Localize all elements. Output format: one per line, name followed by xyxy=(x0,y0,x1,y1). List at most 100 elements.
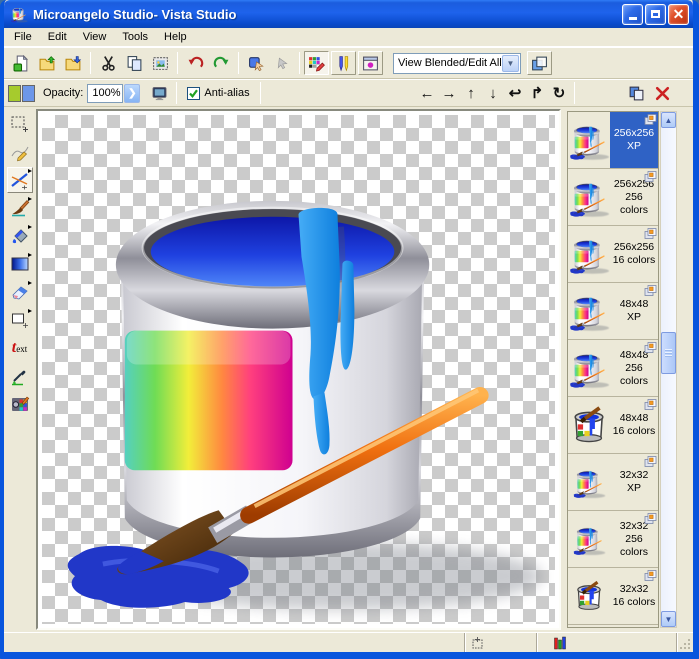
new-button[interactable] xyxy=(8,51,34,75)
paste-image-button[interactable] xyxy=(147,51,173,75)
bucket-thumbnail-icon xyxy=(568,174,610,220)
format-item[interactable]: 256x25616 colors xyxy=(568,226,658,283)
tool-gradient[interactable] xyxy=(7,251,33,277)
view-mode-dropdown[interactable]: View Blended/Edit All ▼ xyxy=(393,53,521,74)
menu-view[interactable]: View xyxy=(75,29,115,45)
pencils-icon xyxy=(335,55,352,72)
tool-line[interactable] xyxy=(7,167,33,193)
scroll-down-button[interactable]: ▼ xyxy=(661,611,676,627)
close-button[interactable]: ✕ xyxy=(668,4,689,25)
copy-button[interactable] xyxy=(121,51,147,75)
shift-down-button[interactable]: ↓ xyxy=(482,82,504,104)
format-depth: XP xyxy=(627,311,641,324)
delete-image-button[interactable] xyxy=(649,81,675,105)
title-bar[interactable]: Microangelo Studio- Vista Studio ✕ xyxy=(4,0,693,28)
tool-color-picker[interactable] xyxy=(7,363,33,389)
opacity-label: Opacity: xyxy=(43,87,83,99)
freehand-pen-icon xyxy=(10,142,30,162)
chevron-down-icon[interactable]: ▼ xyxy=(502,55,519,72)
primary-color-swatch[interactable] xyxy=(8,85,21,102)
drawing-tools-panel-button[interactable] xyxy=(331,51,356,75)
shift-left-button[interactable]: ← xyxy=(416,82,438,104)
tool-eraser[interactable] xyxy=(7,279,33,305)
shift-up-button[interactable]: ↑ xyxy=(460,82,482,104)
blend-layers-button[interactable] xyxy=(527,51,552,75)
format-list: 256x256XP256x256256 colors256x25616 colo… xyxy=(567,111,659,628)
flip-button[interactable]: ↩ xyxy=(504,82,526,104)
blend-layers-icon xyxy=(531,55,548,72)
opacity-stepper-button[interactable]: ❯ xyxy=(124,84,140,103)
scrollbar-thumb[interactable] xyxy=(661,332,676,374)
tool-select[interactable] xyxy=(7,111,33,137)
menu-file[interactable]: File xyxy=(6,29,40,45)
format-depth: 256 colors xyxy=(610,191,658,217)
tool-paintbrush[interactable] xyxy=(7,195,33,221)
undo-button[interactable] xyxy=(182,51,208,75)
drag-move-button[interactable] xyxy=(269,51,295,75)
edit-canvas[interactable] xyxy=(42,115,555,624)
format-size: 32x32 xyxy=(620,469,649,482)
tool-fill[interactable] xyxy=(7,223,33,249)
drag-copy-button[interactable] xyxy=(243,51,269,75)
format-item[interactable]: 32x32XP xyxy=(568,454,658,511)
scroll-up-button[interactable]: ▲ xyxy=(661,112,676,128)
format-size: 32x32 xyxy=(620,583,649,596)
duplicate-image-button[interactable] xyxy=(623,81,649,105)
resize-grip-icon xyxy=(679,638,691,650)
main-area: text 256x25 xyxy=(4,107,693,632)
format-item[interactable]: 48x4816 colors xyxy=(568,397,658,454)
flyout-arrow-icon xyxy=(28,309,32,313)
opacity-input[interactable]: 100% xyxy=(87,84,123,103)
menu-help[interactable]: Help xyxy=(156,29,195,45)
format-size: 48x48 xyxy=(620,412,649,425)
menu-tools[interactable]: Tools xyxy=(114,29,156,45)
format-thumbnail xyxy=(568,454,610,510)
cut-button[interactable] xyxy=(95,51,121,75)
format-badge-icon xyxy=(643,398,657,412)
rotate-all-button[interactable]: ↻ xyxy=(548,82,570,104)
format-thumbnail xyxy=(568,283,610,339)
format-thumbnail xyxy=(568,112,610,168)
format-thumbnail xyxy=(568,169,610,225)
scrollbar-track[interactable] xyxy=(661,128,676,611)
format-sidebar: 256x256XP256x256256 colors256x25616 colo… xyxy=(563,107,693,632)
rotate-button[interactable]: ↱ xyxy=(526,82,548,104)
minimize-button[interactable] xyxy=(622,4,643,25)
antialias-checkbox[interactable] xyxy=(187,87,200,100)
delete-x-icon xyxy=(654,85,671,102)
menu-edit[interactable]: Edit xyxy=(40,29,75,45)
screen-preview-button[interactable] xyxy=(146,81,172,105)
scissors-icon xyxy=(100,55,117,72)
format-list-scrollbar[interactable]: ▲ ▼ xyxy=(660,111,677,628)
tool-text[interactable]: text xyxy=(7,335,33,361)
color-palette-panel-button[interactable] xyxy=(304,51,329,75)
eyedropper-icon xyxy=(10,366,30,386)
tool-freehand[interactable] xyxy=(7,139,33,165)
import-button[interactable] xyxy=(60,51,86,75)
format-item[interactable]: 48x48XP xyxy=(568,283,658,340)
format-depth: XP xyxy=(627,140,641,153)
canvas-container xyxy=(36,109,561,630)
tool-shape[interactable] xyxy=(7,307,33,333)
format-item[interactable]: 256x256XP xyxy=(568,112,658,169)
format-badge-icon xyxy=(643,113,657,127)
shift-right-button[interactable]: → xyxy=(438,82,460,104)
format-thumbnail xyxy=(568,397,610,453)
toolbar-separator xyxy=(260,82,261,104)
secondary-color-swatch[interactable] xyxy=(22,85,35,102)
maximize-button[interactable] xyxy=(645,4,666,25)
format-item[interactable]: 256x256256 colors xyxy=(568,169,658,226)
status-color-pane xyxy=(537,633,677,652)
redo-button[interactable] xyxy=(208,51,234,75)
open-button[interactable] xyxy=(34,51,60,75)
format-item[interactable]: 32x32256 colors xyxy=(568,511,658,568)
status-selection-pane xyxy=(465,633,537,652)
rectangle-shape-icon xyxy=(10,310,30,330)
format-item[interactable]: 48x48256 colors xyxy=(568,340,658,397)
image-panel-button[interactable] xyxy=(358,51,383,75)
format-size: 48x48 xyxy=(620,298,649,311)
resize-grip[interactable] xyxy=(677,633,693,652)
format-item[interactable]: 32x3216 colors xyxy=(568,568,658,625)
bucket-thumbnail-icon xyxy=(568,347,610,389)
tool-palette-editor[interactable] xyxy=(7,391,33,417)
